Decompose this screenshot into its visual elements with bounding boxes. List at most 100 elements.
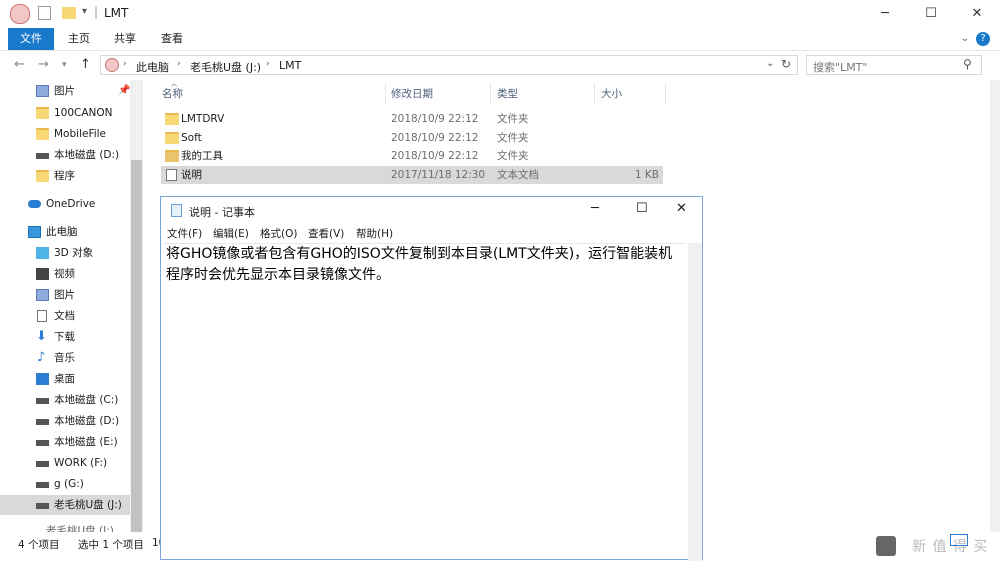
column-divider[interactable] [385,83,386,105]
nav-label: 视频 [54,268,75,280]
minimize-button[interactable]: ─ [862,0,908,28]
tab-view[interactable]: 查看 [155,28,189,50]
details-view-icon[interactable] [950,534,968,546]
drive-mascot-icon [105,58,119,72]
pictures-icon [36,289,49,301]
column-divider[interactable] [594,83,595,105]
nav-item-downloads[interactable]: ⬇ 下载 [0,327,130,347]
quick-access-dropdown-icon[interactable]: ▾ [82,6,87,17]
nav-label: 本地磁盘 (C:) [54,394,119,406]
menu-edit[interactable]: 编辑(E) [213,225,249,243]
cloud-icon [28,200,41,208]
notepad-maximize-button[interactable]: ☐ [636,201,648,216]
breadcrumb-chevron-icon: › [123,59,127,69]
breadcrumb-chevron-icon: › [266,59,270,69]
app-mascot-icon[interactable] [10,4,30,24]
notepad-window[interactable]: 说明 - 记事本 ─ ☐ ✕ 文件(F) 编辑(E) 格式(O) 查看(V) 帮… [160,196,703,561]
nav-item-drive-j-selected[interactable]: 老毛桃U盘 (J:) [0,495,130,515]
nav-item-drive-e[interactable]: 本地磁盘 (E:) [0,432,130,452]
system-drive-icon [36,398,49,404]
breadcrumb-folder[interactable]: LMT [279,59,301,72]
nav-label: 本地磁盘 (E:) [54,436,118,448]
nav-item-drive-d[interactable]: 本地磁盘 (D:) [0,411,130,431]
breadcrumb-this-pc[interactable]: 此电脑 [136,59,169,75]
help-icon[interactable]: ? [976,32,990,46]
document-icon [37,310,47,322]
address-bar[interactable]: › 此电脑 › 老毛桃U盘 (J:) › LMT ⌄ ↻ [100,55,798,75]
tab-file[interactable]: 文件 [8,28,54,50]
notepad-close-button[interactable]: ✕ [676,201,687,216]
nav-item-drive-c[interactable]: 本地磁盘 (C:) [0,390,130,410]
nav-item-mobilefile[interactable]: MobileFile [0,124,130,144]
column-divider[interactable] [665,83,666,105]
nav-item-pictures[interactable]: 图片 [0,285,130,305]
refresh-icon[interactable]: ↻ [781,57,791,71]
nav-item-drive-g[interactable]: g (G:) [0,474,130,494]
film-icon [36,268,49,280]
nav-label: 老毛桃U盘 (J:) [54,499,122,511]
nav-item-drive-j-partial[interactable]: 老毛桃U盘 (J:) [0,521,130,532]
menu-view[interactable]: 查看(V) [308,225,344,243]
back-arrow-icon[interactable]: ← [14,57,25,72]
menu-file[interactable]: 文件(F) [167,225,202,243]
pin-icon[interactable]: 📌 [118,81,130,101]
close-button[interactable]: ✕ [954,0,1000,28]
nav-item-100canon[interactable]: 100CANON [0,103,130,123]
recent-locations-icon[interactable]: ▾ [62,60,67,70]
item-count: 4 个项目 [18,539,60,551]
file-type: 文件夹 [497,113,529,125]
nav-item-documents[interactable]: 文档 [0,306,130,326]
nav-item-desktop[interactable]: 桌面 [0,369,130,389]
up-arrow-icon[interactable]: ↑ [80,57,91,72]
drive-icon [36,440,49,446]
folder-icon [165,113,179,125]
file-type: 文件夹 [497,150,529,162]
address-dropdown-icon[interactable]: ⌄ [766,58,774,69]
drive-icon [36,461,49,467]
notepad-minimize-button[interactable]: ─ [591,201,599,216]
new-folder-icon[interactable] [62,7,76,19]
search-input[interactable]: 搜索"LMT" ⚲ [806,55,982,75]
breadcrumb-drive[interactable]: 老毛桃U盘 (J:) [190,59,261,75]
notepad-scrollbar[interactable] [688,243,702,561]
column-divider[interactable] [490,83,491,105]
nav-item-programs[interactable]: 程序 [0,166,130,186]
nav-item-onedrive[interactable]: OneDrive [0,194,130,214]
expand-ribbon-icon[interactable]: ⌄ [958,28,972,50]
folder-icon [36,107,49,119]
nav-item-pictures-pinned[interactable]: 图片 📌 [0,81,130,101]
nav-item-drive-d-pinned[interactable]: 本地磁盘 (D:) [0,145,130,165]
nav-scrollbar-thumb[interactable] [131,160,142,532]
file-row[interactable]: 我的工具 2018/10/9 22:12 文件夹 [161,147,663,165]
nav-item-music[interactable]: ♪ 音乐 [0,348,130,368]
desktop-icon [36,373,49,385]
search-icon[interactable]: ⚲ [963,57,972,71]
column-header-date[interactable]: 修改日期 [391,83,433,105]
column-header-name[interactable]: 名称 [162,83,183,105]
menu-help[interactable]: 帮助(H) [356,225,393,243]
file-row[interactable]: LMTDRV 2018/10/9 22:12 文件夹 [161,110,663,128]
window-title: LMT [104,6,129,20]
pictures-icon [36,85,49,97]
properties-icon[interactable] [38,6,51,20]
tools-folder-icon [165,150,179,162]
notepad-title-bar[interactable]: 说明 - 记事本 ─ ☐ ✕ [161,197,702,225]
nav-label: MobileFile [54,128,107,140]
column-header-size[interactable]: 大小 [601,83,622,105]
column-header-type[interactable]: 类型 [497,83,518,105]
nav-item-this-pc[interactable]: 此电脑 [0,222,130,242]
file-row-selected[interactable]: 说明 2017/11/18 12:30 文本文档 1 KB [161,166,663,184]
cube-icon [36,247,49,259]
file-row[interactable]: Soft 2018/10/9 22:12 文件夹 [161,129,663,147]
nav-item-3d-objects[interactable]: 3D 对象 [0,243,130,263]
nav-item-drive-f[interactable]: WORK (F:) [0,453,130,473]
forward-arrow-icon[interactable]: → [38,57,49,72]
menu-format[interactable]: 格式(O) [260,225,297,243]
nav-label: 老毛桃U盘 (J:) [46,525,114,532]
nav-item-videos[interactable]: 视频 [0,264,130,284]
tab-share[interactable]: 共享 [108,28,142,50]
tab-home[interactable]: 主页 [62,28,96,50]
notepad-text-area[interactable]: 将GHO镜像或者包含有GHO的ISO文件复制到本目录(LMT文件夹)，运行智能装… [164,243,686,561]
maximize-button[interactable]: ☐ [908,0,954,28]
file-list-scrollbar[interactable] [990,80,1000,532]
